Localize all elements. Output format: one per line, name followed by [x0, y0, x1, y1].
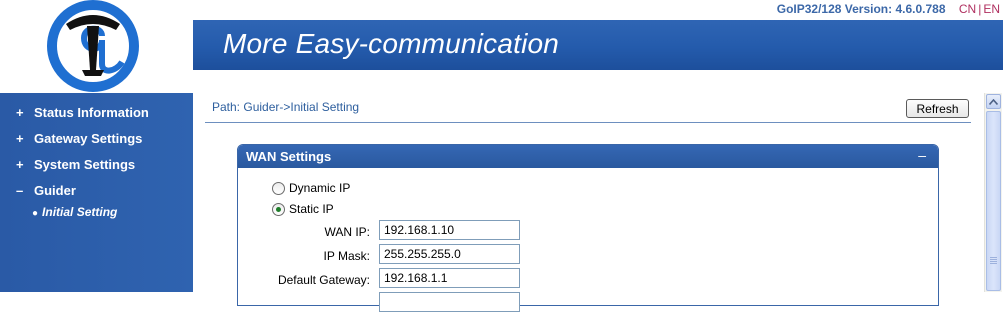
bullet-icon: ●	[32, 208, 39, 219]
default-gateway-input[interactable]	[379, 268, 520, 288]
sidebar-item-label: Gateway Settings	[34, 131, 143, 146]
dynamic-ip-label: Dynamic IP	[289, 181, 351, 195]
wan-ip-label: WAN IP:	[324, 225, 370, 239]
sidebar-item-system-settings[interactable]: + System Settings	[16, 157, 135, 172]
chevron-up-icon	[989, 98, 998, 105]
company-logo	[44, 0, 142, 92]
main-content: Path: Guider->Initial Setting Refresh WA…	[193, 93, 984, 312]
sidebar-item-label: System Settings	[34, 157, 136, 172]
dynamic-ip-radio[interactable]	[272, 181, 285, 195]
sidebar-item-guider[interactable]: – Guider	[16, 183, 76, 198]
wan-settings-panel: WAN Settings – Dynamic IP Static IP WAN …	[237, 144, 939, 312]
panel-header: WAN Settings –	[238, 145, 938, 168]
ip-mask-label: IP Mask:	[323, 249, 370, 263]
version-text: GoIP32/128 Version: 4.6.0.788	[776, 2, 946, 16]
sidebar-item-label: Guider	[34, 183, 76, 198]
default-gateway-label: Default Gateway:	[277, 273, 370, 287]
vertical-scrollbar[interactable]	[984, 93, 1002, 292]
lang-en-link[interactable]: EN	[983, 2, 1000, 16]
language-switcher: CN | EN	[959, 2, 1000, 16]
breadcrumb: Path: Guider->Initial Setting	[212, 100, 360, 114]
sidebar-item-status-information[interactable]: + Status Information	[16, 105, 149, 120]
wan-ip-input[interactable]	[379, 220, 520, 240]
sidebar-item-label: Status Information	[34, 105, 149, 120]
sidebar-item-gateway-settings[interactable]: + Gateway Settings	[16, 131, 142, 146]
ip-mask-input[interactable]	[379, 244, 520, 264]
static-ip-radio[interactable]	[272, 202, 285, 216]
dynamic-ip-option[interactable]: Dynamic IP	[272, 181, 350, 195]
lang-cn-link[interactable]: CN	[959, 2, 976, 16]
scroll-up-button[interactable]	[986, 94, 1001, 109]
banner-title: More Easy-communication	[223, 28, 560, 59]
panel-title: WAN Settings	[246, 149, 332, 164]
sidebar-subitem-initial-setting[interactable]: ● Initial Setting	[32, 205, 117, 219]
static-ip-option[interactable]: Static IP	[272, 202, 334, 216]
collapse-icon: –	[16, 183, 24, 198]
sidebar-subitem-label: Initial Setting	[42, 205, 118, 219]
static-ip-label: Static IP	[289, 202, 334, 216]
scroll-thumb[interactable]	[986, 111, 1001, 291]
expand-icon: +	[16, 105, 24, 120]
expand-icon: +	[16, 157, 24, 172]
version-bar: GoIP32/128 Version: 4.6.0.788 CN | EN	[777, 2, 1000, 16]
path-divider	[205, 122, 971, 123]
next-field-input[interactable]	[379, 292, 520, 312]
header-banner: More Easy-communication	[193, 20, 1003, 70]
lang-separator: |	[978, 2, 982, 16]
collapse-button[interactable]: –	[918, 147, 926, 163]
sidebar-nav: + Status Information + Gateway Settings + S…	[0, 93, 193, 292]
expand-icon: +	[16, 131, 24, 146]
refresh-button[interactable]: Refresh	[906, 99, 969, 118]
grip-icon	[990, 257, 997, 258]
